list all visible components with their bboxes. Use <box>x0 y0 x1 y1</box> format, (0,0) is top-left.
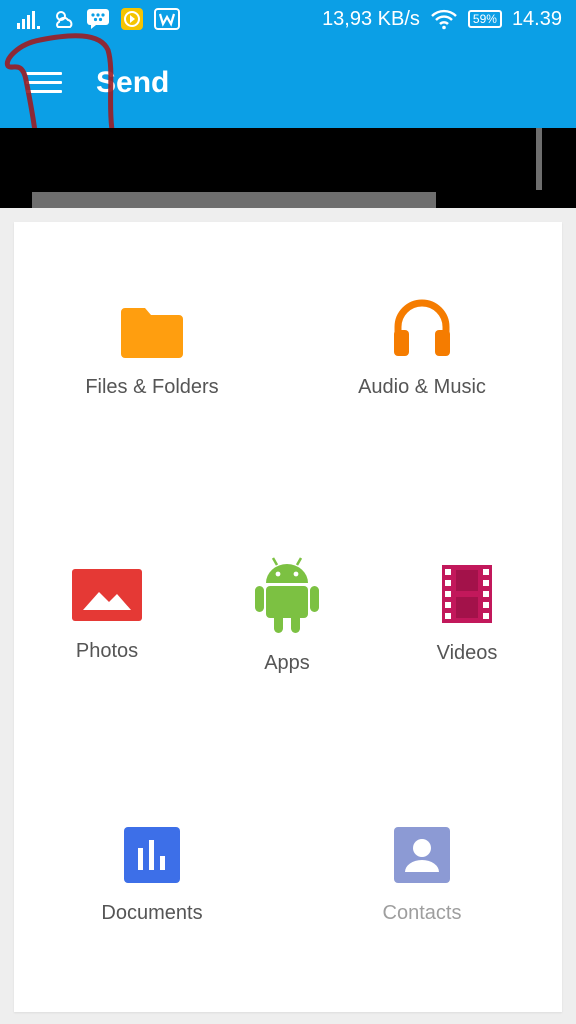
category-audio-music[interactable]: Audio & Music <box>322 296 522 399</box>
status-icons-right: 13,93 KB/s 59% 14.39 <box>322 4 562 34</box>
category-apps[interactable]: Apps <box>212 556 362 675</box>
category-documents[interactable]: Documents <box>52 826 252 925</box>
category-videos[interactable]: Videos <box>392 564 542 665</box>
photo-icon <box>72 569 142 621</box>
clock: 14.39 <box>511 8 562 30</box>
category-label: Files & Folders <box>85 376 219 398</box>
wifi-icon <box>431 9 457 30</box>
status-bar: 13,93 KB/s 59% 14.39 <box>0 0 576 38</box>
category-grid: Files & Folders Audio & Music Photos App… <box>14 222 562 1012</box>
folder-icon <box>121 308 183 358</box>
bbm-icon <box>87 9 109 29</box>
contact-icon <box>394 827 450 883</box>
status-icons-left <box>16 7 180 31</box>
film-icon <box>442 565 492 623</box>
android-icon <box>255 557 319 633</box>
vertical-scrollbar[interactable] <box>536 128 542 190</box>
bar-chart-icon <box>124 827 180 883</box>
category-label: Photos <box>75 640 139 662</box>
category-label: Apps <box>264 652 310 674</box>
menu-icon[interactable] <box>26 68 62 98</box>
category-files-folders[interactable]: Files & Folders <box>52 306 252 399</box>
category-label: Videos <box>436 642 498 664</box>
weather-icon <box>56 11 73 28</box>
app-bar: Send <box>0 38 576 128</box>
w-app-icon <box>154 8 180 30</box>
horizontal-scrollbar[interactable] <box>32 192 436 208</box>
category-label: Audio & Music <box>358 376 486 398</box>
signal-icon <box>17 11 40 29</box>
category-label: Documents <box>101 902 203 924</box>
battery-indicator: 59% <box>467 10 502 28</box>
headphones-icon <box>394 299 450 356</box>
network-speed: 13,93 KB/s <box>322 8 420 30</box>
play-app-icon <box>121 8 143 30</box>
category-photos[interactable]: Photos <box>32 568 182 663</box>
page-title: Send <box>96 66 170 99</box>
category-contacts[interactable]: Contacts <box>322 826 522 925</box>
category-label: Contacts <box>382 902 462 924</box>
